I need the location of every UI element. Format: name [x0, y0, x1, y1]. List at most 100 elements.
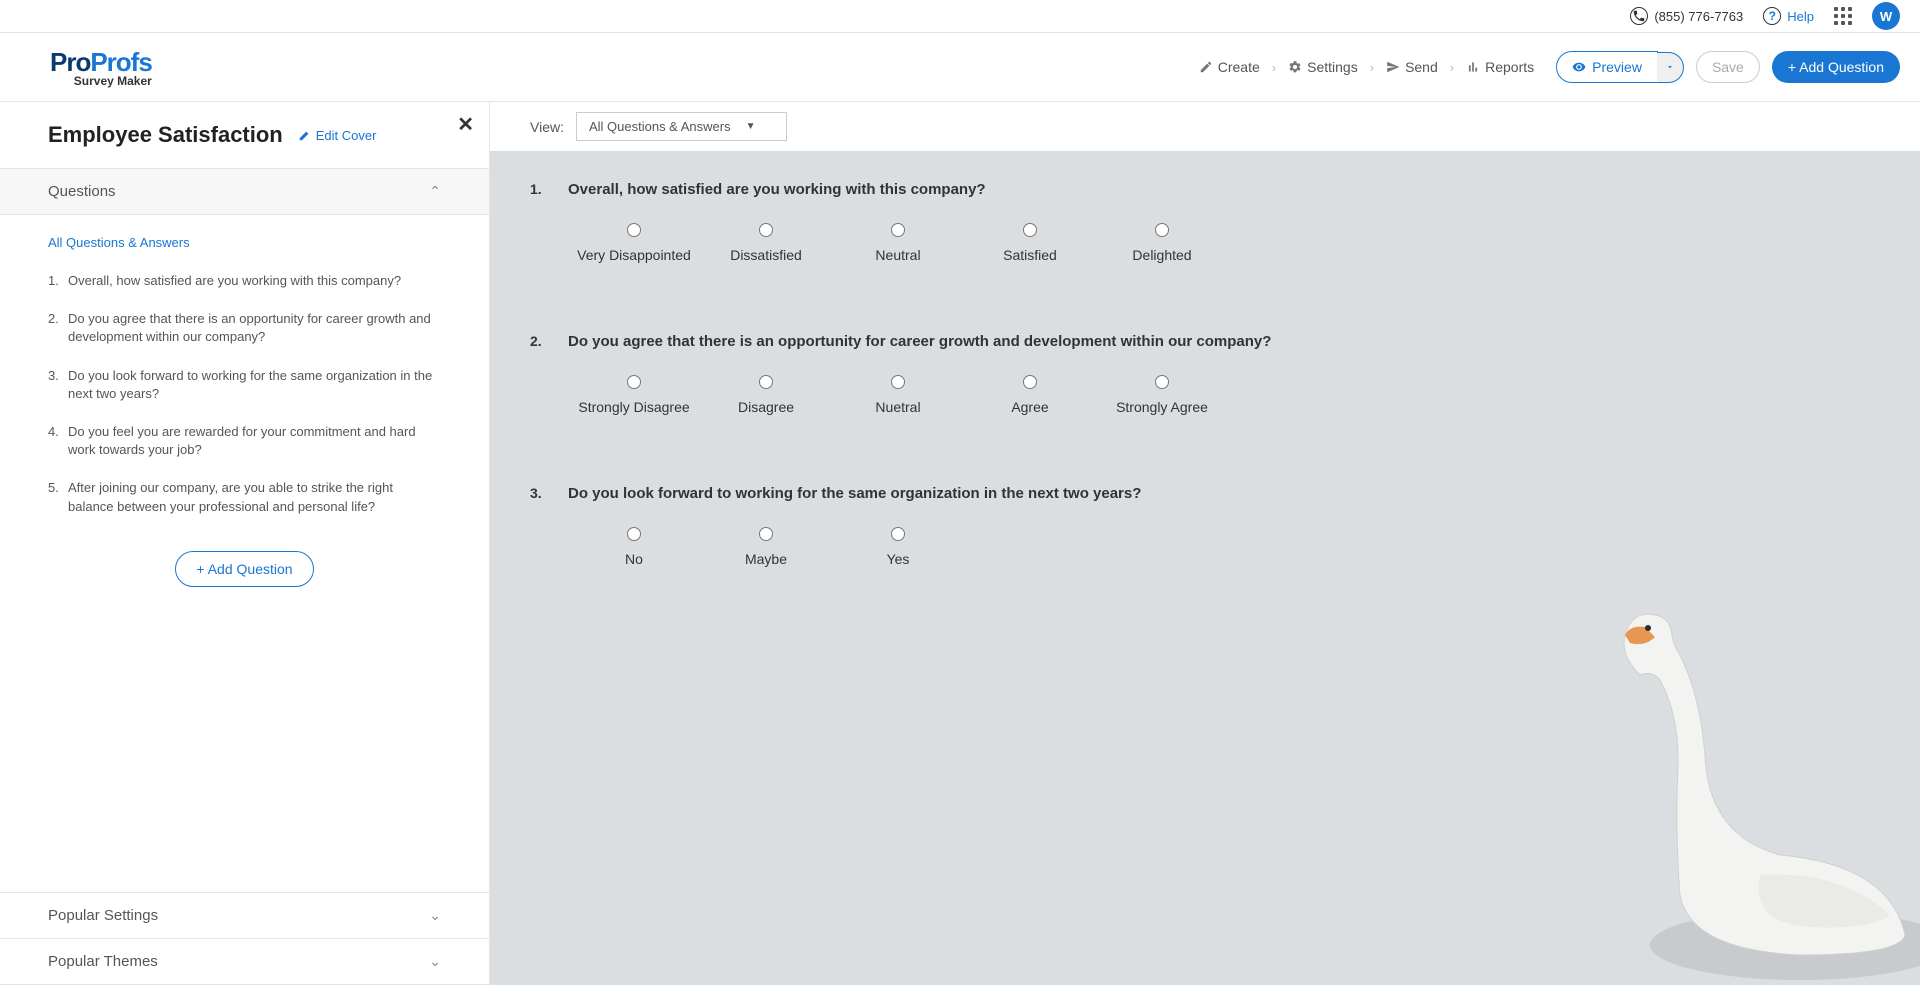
option[interactable]: Yes [832, 527, 964, 567]
gear-icon [1288, 60, 1302, 74]
list-item[interactable]: 3.Do you look forward to working for the… [48, 357, 441, 413]
radio-input[interactable] [759, 527, 773, 541]
questions-canvas: 1. Overall, how satisfied are you workin… [490, 151, 1920, 667]
popular-themes-label: Popular Themes [48, 953, 158, 970]
phone-number: (855) 776-7763 [1654, 9, 1743, 24]
edit-cover-link[interactable]: Edit Cover [298, 128, 377, 143]
header-nav: Create › Settings › Send › Reports Previ… [1199, 51, 1900, 83]
option[interactable]: Very Disappointed [568, 223, 700, 263]
eye-icon [1572, 60, 1586, 74]
question-block[interactable]: 3. Do you look forward to working for th… [530, 485, 1880, 567]
list-item[interactable]: 2.Do you agree that there is an opportun… [48, 300, 441, 356]
nav-settings[interactable]: Settings [1288, 59, 1358, 75]
radio-input[interactable] [627, 223, 641, 237]
add-question-button[interactable]: + Add Question [1772, 51, 1900, 83]
survey-title: Employee Satisfaction [48, 122, 283, 148]
radio-input[interactable] [891, 375, 905, 389]
survey-title-row: Employee Satisfaction Edit Cover ✕ [0, 102, 489, 169]
pencil-icon [298, 128, 312, 142]
radio-input[interactable] [1023, 375, 1037, 389]
help-link[interactable]: ? Help [1763, 7, 1814, 25]
chart-icon [1466, 60, 1480, 74]
nav-reports[interactable]: Reports [1466, 59, 1534, 75]
radio-input[interactable] [891, 223, 905, 237]
question-text: Overall, how satisfied are you working w… [568, 181, 986, 198]
option[interactable]: No [568, 527, 700, 567]
edit-icon [1199, 60, 1213, 74]
sidebar-add-question-button[interactable]: + Add Question [175, 551, 313, 587]
view-dropdown[interactable]: All Questions & Answers ▼ [576, 112, 787, 141]
chevron-up-icon: ⌃ [429, 183, 441, 200]
options-row: No Maybe Yes [568, 527, 1880, 567]
question-text: Do you look forward to working for the s… [568, 485, 1141, 502]
radio-input[interactable] [891, 527, 905, 541]
option[interactable]: Dissatisfied [700, 223, 832, 263]
option[interactable]: Agree [964, 375, 1096, 415]
option[interactable]: Maybe [700, 527, 832, 567]
questions-label: Questions [48, 183, 116, 200]
question-block[interactable]: 2. Do you agree that there is an opportu… [530, 333, 1880, 415]
avatar[interactable]: W [1872, 2, 1900, 30]
view-bar: View: All Questions & Answers ▼ [490, 102, 1920, 151]
questions-accordion-header[interactable]: Questions ⌃ [0, 169, 489, 215]
chevron-right-icon: › [1370, 60, 1374, 75]
question-list: 1.Overall, how satisfied are you working… [48, 262, 441, 526]
chevron-down-icon [1665, 62, 1675, 72]
help-label: Help [1787, 9, 1814, 24]
option[interactable]: Delighted [1096, 223, 1228, 263]
content-area: View: All Questions & Answers ▼ 1. Overa… [490, 102, 1920, 985]
sidebar: Employee Satisfaction Edit Cover ✕ Quest… [0, 102, 490, 985]
preview-button[interactable]: Preview [1556, 51, 1658, 83]
chevron-down-icon: ⌄ [429, 953, 441, 970]
all-questions-link[interactable]: All Questions & Answers [48, 230, 441, 262]
radio-input[interactable] [759, 223, 773, 237]
radio-input[interactable] [1155, 223, 1169, 237]
phone-link[interactable]: (855) 776-7763 [1630, 7, 1743, 25]
view-label: View: [530, 119, 564, 135]
main-header: ProProfs Survey Maker Create › Settings … [0, 33, 1920, 102]
option[interactable]: Strongly Agree [1096, 375, 1228, 415]
preview-dropdown[interactable] [1657, 52, 1684, 83]
option[interactable]: Strongly Disagree [568, 375, 700, 415]
option[interactable]: Nuetral [832, 375, 964, 415]
question-text: Do you agree that there is an opportunit… [568, 333, 1271, 350]
dropdown-arrow-icon: ▼ [746, 121, 756, 132]
send-icon [1386, 60, 1400, 74]
options-row: Very Disappointed Dissatisfied Neutral S… [568, 223, 1880, 263]
chevron-right-icon: › [1272, 60, 1276, 75]
question-number: 2. [530, 333, 550, 349]
chevron-right-icon: › [1450, 60, 1454, 75]
preview-button-group: Preview [1556, 51, 1684, 83]
list-item[interactable]: 1.Overall, how satisfied are you working… [48, 262, 441, 300]
phone-icon [1630, 7, 1648, 25]
popular-settings-header[interactable]: Popular Settings ⌄ [0, 892, 489, 939]
popular-settings-label: Popular Settings [48, 907, 158, 924]
option[interactable]: Neutral [832, 223, 964, 263]
question-number: 1. [530, 181, 550, 197]
save-button[interactable]: Save [1696, 51, 1760, 83]
radio-input[interactable] [627, 527, 641, 541]
radio-input[interactable] [1023, 223, 1037, 237]
apps-grid-icon[interactable] [1834, 7, 1852, 25]
option[interactable]: Satisfied [964, 223, 1096, 263]
close-icon[interactable]: ✕ [457, 112, 474, 137]
list-item[interactable]: 5.After joining our company, are you abl… [48, 469, 441, 525]
main-layout: Employee Satisfaction Edit Cover ✕ Quest… [0, 102, 1920, 985]
radio-input[interactable] [759, 375, 773, 389]
top-utility-bar: (855) 776-7763 ? Help W [0, 0, 1920, 33]
question-number: 3. [530, 485, 550, 501]
logo-subtitle: Survey Maker [74, 74, 152, 88]
nav-create[interactable]: Create [1199, 59, 1260, 75]
option[interactable]: Disagree [700, 375, 832, 415]
nav-send[interactable]: Send [1386, 59, 1438, 75]
help-icon: ? [1763, 7, 1781, 25]
questions-panel: All Questions & Answers 1.Overall, how s… [0, 215, 489, 892]
chevron-down-icon: ⌄ [429, 907, 441, 924]
list-item[interactable]: 4.Do you feel you are rewarded for your … [48, 413, 441, 469]
question-block[interactable]: 1. Overall, how satisfied are you workin… [530, 181, 1880, 263]
popular-themes-header[interactable]: Popular Themes ⌄ [0, 939, 489, 985]
logo[interactable]: ProProfs Survey Maker [50, 47, 152, 88]
options-row: Strongly Disagree Disagree Nuetral Agree… [568, 375, 1880, 415]
radio-input[interactable] [1155, 375, 1169, 389]
radio-input[interactable] [627, 375, 641, 389]
